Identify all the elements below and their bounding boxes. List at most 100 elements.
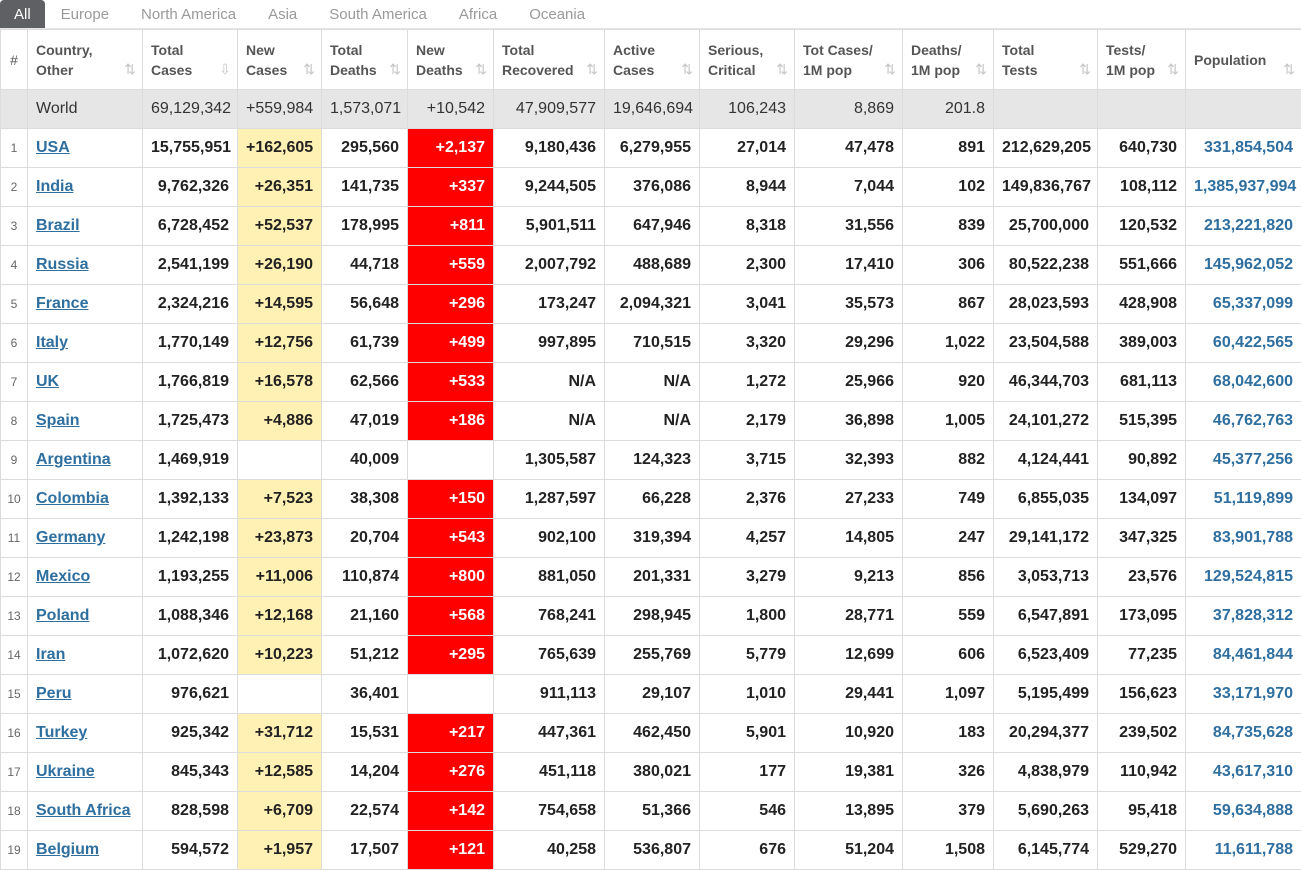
sort-icon[interactable]: ⇅ [303, 59, 315, 79]
total-cases-cell: 1,242,198 [143, 519, 238, 558]
tab-europe[interactable]: Europe [45, 0, 125, 28]
total-cases-cell: 976,621 [143, 675, 238, 714]
country-link[interactable]: UK [36, 373, 59, 390]
header-active-cases[interactable]: ActiveCases⇅ [605, 30, 700, 90]
total-deaths-cell: 22,574 [322, 792, 408, 831]
active-cases-cell: 462,450 [605, 714, 700, 753]
country-link[interactable]: Russia [36, 256, 88, 273]
sort-icon[interactable]: ⇅ [681, 59, 693, 79]
cases-per-million-cell: 7,044 [795, 168, 903, 207]
sort-icon[interactable]: ⇅ [1283, 59, 1295, 79]
header-num: # [1, 30, 28, 90]
population-cell[interactable]: 51,119,899 [1186, 480, 1301, 519]
sort-icon[interactable]: ⇅ [884, 59, 896, 79]
country-link[interactable]: Colombia [36, 490, 109, 507]
total-cases-cell: 1,088,346 [143, 597, 238, 636]
population-cell[interactable]: 129,524,815 [1186, 558, 1301, 597]
total-tests-cell: 149,836,767 [994, 168, 1098, 207]
country-link[interactable]: Peru [36, 685, 72, 702]
header-total-cases[interactable]: TotalCases⇩ [143, 30, 238, 90]
sort-icon[interactable]: ⇅ [586, 59, 598, 79]
header-total-deaths[interactable]: TotalDeaths⇅ [322, 30, 408, 90]
country-link[interactable]: Germany [36, 529, 105, 546]
total-recovered-cell: 881,050 [494, 558, 605, 597]
header-label-line1: Total [151, 40, 213, 60]
header-serious-critical[interactable]: Serious,Critical⇅ [700, 30, 795, 90]
country-link[interactable]: Brazil [36, 217, 80, 234]
country-link[interactable]: Turkey [36, 724, 87, 741]
population-cell[interactable]: 60,422,565 [1186, 324, 1301, 363]
sort-icon[interactable]: ⇩ [219, 59, 231, 79]
header-new-cases[interactable]: NewCases⇅ [238, 30, 322, 90]
tab-africa[interactable]: Africa [443, 0, 513, 28]
total-tests-cell: 24,101,272 [994, 402, 1098, 441]
table-row: 6Italy1,770,149+12,75661,739+499997,8957… [1, 324, 1301, 363]
country-link[interactable]: Ukraine [36, 763, 95, 780]
population-cell[interactable]: 213,221,820 [1186, 207, 1301, 246]
population-cell[interactable]: 68,042,600 [1186, 363, 1301, 402]
row-number: 17 [1, 753, 28, 792]
tab-north-america[interactable]: North America [125, 0, 252, 28]
country-link[interactable]: Poland [36, 607, 89, 624]
header-tests-per-million[interactable]: Tests/1M pop⇅ [1098, 30, 1186, 90]
country-link[interactable]: USA [36, 139, 70, 156]
header-deaths-per-million[interactable]: Deaths/1M pop⇅ [903, 30, 994, 90]
table-row: 11Germany1,242,198+23,87320,704+543902,1… [1, 519, 1301, 558]
country-link[interactable]: Iran [36, 646, 65, 663]
new-cases-cell: +31,712 [238, 714, 322, 753]
population-cell[interactable]: 33,171,970 [1186, 675, 1301, 714]
cases-per-million-cell: 35,573 [795, 285, 903, 324]
sort-icon[interactable]: ⇅ [975, 59, 987, 79]
header-total-recovered[interactable]: TotalRecovered⇅ [494, 30, 605, 90]
sort-icon[interactable]: ⇅ [124, 59, 136, 79]
tab-oceania[interactable]: Oceania [513, 0, 601, 28]
total-recovered-cell: 447,361 [494, 714, 605, 753]
cases-per-million-cell: 27,233 [795, 480, 903, 519]
population-cell[interactable]: 59,634,888 [1186, 792, 1301, 831]
header-population[interactable]: Population⇅ [1186, 30, 1301, 90]
serious-critical-cell: 8,944 [700, 168, 795, 207]
country-link[interactable]: Spain [36, 412, 80, 429]
population-cell[interactable]: 46,762,763 [1186, 402, 1301, 441]
total-deaths-cell: 40,009 [322, 441, 408, 480]
population-cell[interactable]: 65,337,099 [1186, 285, 1301, 324]
tests-per-million-cell: 428,908 [1098, 285, 1186, 324]
header-new-deaths[interactable]: NewDeaths⇅ [408, 30, 494, 90]
country-link[interactable]: South Africa [36, 802, 131, 819]
sort-icon[interactable]: ⇅ [389, 59, 401, 79]
population-cell[interactable]: 45,377,256 [1186, 441, 1301, 480]
country-cell: Peru [28, 675, 143, 714]
population-cell[interactable]: 84,735,628 [1186, 714, 1301, 753]
population-cell[interactable]: 1,385,937,994 [1186, 168, 1301, 207]
header-country[interactable]: Country,Other⇅ [28, 30, 143, 90]
sort-icon[interactable]: ⇅ [475, 59, 487, 79]
row-number: 12 [1, 558, 28, 597]
country-link[interactable]: Belgium [36, 841, 99, 858]
population-cell[interactable]: 83,901,788 [1186, 519, 1301, 558]
tab-asia[interactable]: Asia [252, 0, 313, 28]
tab-all[interactable]: All [0, 0, 45, 28]
country-link[interactable]: France [36, 295, 88, 312]
total-deaths-cell: 20,704 [322, 519, 408, 558]
sort-icon[interactable]: ⇅ [1079, 59, 1091, 79]
population-cell[interactable]: 145,962,052 [1186, 246, 1301, 285]
header-total-tests[interactable]: TotalTests⇅ [994, 30, 1098, 90]
deaths-per-million-cell: 882 [903, 441, 994, 480]
population-cell[interactable]: 37,828,312 [1186, 597, 1301, 636]
tab-south-america[interactable]: South America [313, 0, 443, 28]
country-link[interactable]: Mexico [36, 568, 90, 585]
population-cell[interactable]: 331,854,504 [1186, 129, 1301, 168]
country-link[interactable]: Argentina [36, 451, 111, 468]
country-link[interactable]: Italy [36, 334, 68, 351]
population-cell[interactable]: 43,617,310 [1186, 753, 1301, 792]
country-cell: Argentina [28, 441, 143, 480]
population-cell[interactable]: 11,611,788 [1186, 831, 1301, 870]
population-cell[interactable]: 84,461,844 [1186, 636, 1301, 675]
country-link[interactable]: India [36, 178, 73, 195]
sort-icon[interactable]: ⇅ [1167, 59, 1179, 79]
active-cases-cell: N/A [605, 363, 700, 402]
sort-icon[interactable]: ⇅ [776, 59, 788, 79]
cases-per-million-cell: 12,699 [795, 636, 903, 675]
total-deaths-cell: 36,401 [322, 675, 408, 714]
header-cases-per-million[interactable]: Tot Cases/1M pop⇅ [795, 30, 903, 90]
